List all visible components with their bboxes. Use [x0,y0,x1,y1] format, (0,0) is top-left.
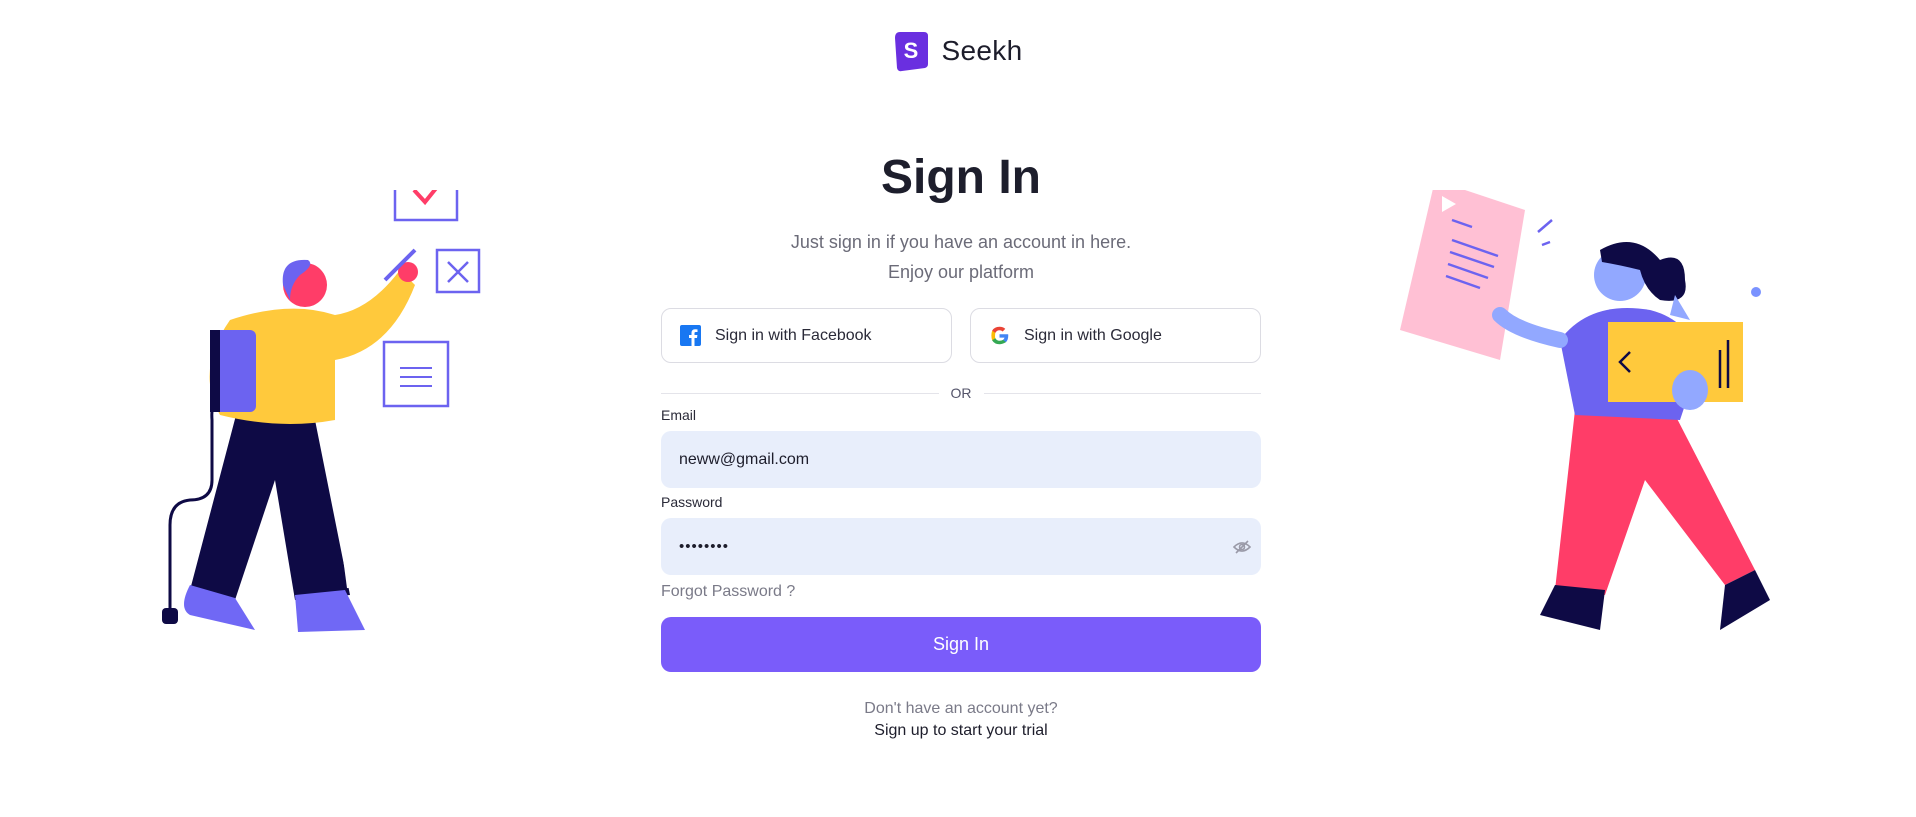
page-title: Sign In [881,151,1041,204]
divider-text: OR [950,385,972,401]
brand-name: Seekh [941,35,1023,66]
signup-prompt: Don't have an account yet? Sign up to st… [661,698,1261,742]
password-value: •••••••• [679,538,730,555]
woman-walking-illustration [1400,190,1770,630]
password-field[interactable]: •••••••• [661,518,1261,575]
facebook-signin-button[interactable]: Sign in with Facebook [661,308,952,363]
brand-header: S Seekh [0,30,1916,72]
divider-line-right [983,392,1261,394]
email-field[interactable]: neww@gmail.com [661,431,1261,488]
password-label: Password [661,494,723,510]
divider-line-left [661,392,939,394]
email-label: Email [661,407,697,423]
signup-question: Don't have an account yet? [864,700,1058,717]
facebook-icon [680,325,701,346]
eye-slash-icon[interactable] [1233,538,1251,556]
man-writing-illustration [162,190,481,632]
google-icon [991,326,1009,345]
google-signin-label: Sign in with Google [1024,326,1162,344]
forgot-password-link[interactable]: Forgot Password ? [661,583,795,601]
or-divider: OR [661,385,1261,401]
social-login-row: Sign in with Facebook Sign in with Googl… [661,308,1261,363]
brand-logo-letter: S [903,38,918,63]
google-signin-button[interactable]: Sign in with Google [970,308,1261,363]
signin-submit-button[interactable]: Sign In [661,617,1261,672]
signup-link[interactable]: Sign up to start your trial [661,720,1261,742]
signin-panel: Sign In Just sign in if you have an acco… [661,150,1261,742]
seekh-logo-icon: S [894,32,928,72]
signin-submit-label: Sign In [932,634,990,654]
facebook-signin-label: Sign in with Facebook [715,326,872,344]
email-value: neww@gmail.com [679,450,810,468]
subtitle-line-1: Just sign in if you have an account in h… [790,232,1132,252]
subtitle-line-2: Enjoy our platform [887,262,1035,282]
